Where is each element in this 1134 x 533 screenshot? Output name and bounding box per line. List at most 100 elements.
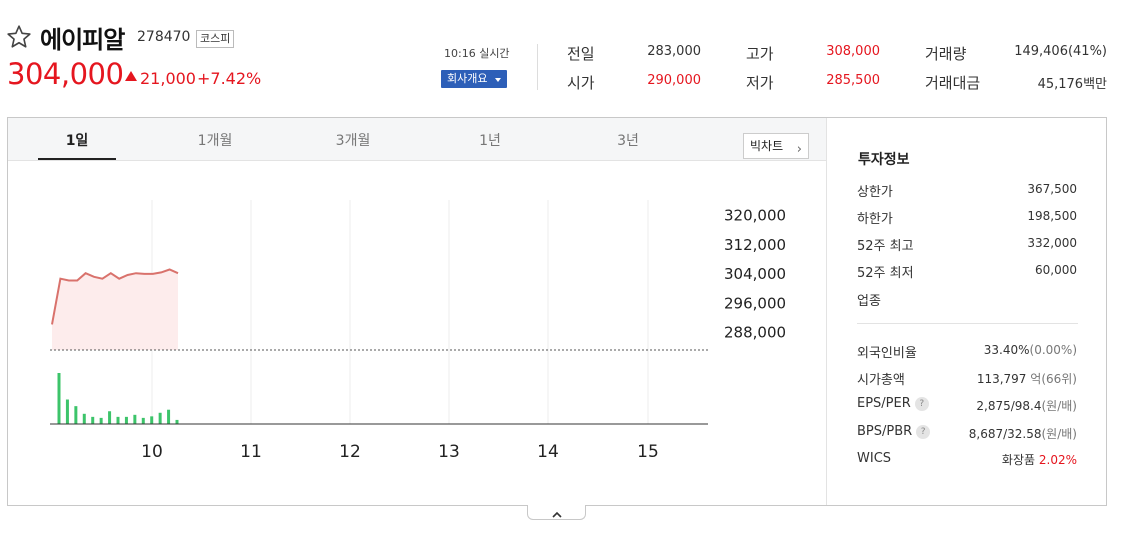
stock-code: 278470: [137, 29, 191, 45]
volume-bar: [124, 416, 128, 424]
price-change-percent: +7.42%: [197, 69, 262, 88]
eps-per-text: EPS/PER: [857, 396, 911, 411]
investment-info-title: 투자정보: [858, 152, 910, 168]
quote-label-volume: 거래량: [925, 45, 967, 63]
company-overview-button[interactable]: 회사개요: [441, 70, 507, 88]
foreign-ratio-change: (0.00%): [1029, 343, 1077, 357]
volume-bar: [150, 416, 154, 424]
y-tick-label: 312,000: [724, 236, 786, 254]
collapse-button[interactable]: [527, 505, 586, 520]
upper-limit-label: 상한가: [857, 185, 893, 200]
caret-down-icon: [495, 78, 501, 82]
volume-bar: [175, 419, 179, 424]
tab-1-month[interactable]: 1개월: [175, 130, 255, 150]
period-tab-bar: [8, 118, 826, 161]
company-overview-label: 회사개요: [447, 72, 488, 85]
volume-bar: [65, 399, 69, 424]
tab-1-day[interactable]: 1일: [37, 130, 117, 150]
quote-value-prev-close: 283,000: [647, 44, 701, 59]
bps-pbr-value: 8,687/32.58(원/배): [969, 425, 1077, 442]
volume-bar: [74, 406, 78, 424]
eps-per-value: 2,875/98.4(원/배): [976, 397, 1077, 414]
volume-bar: [141, 417, 145, 424]
lower-limit-label: 하한가: [857, 212, 893, 227]
stock-name: 에이피알: [40, 26, 125, 54]
big-chart-label: 빅차트: [750, 139, 784, 153]
bps-pbr-label: BPS/PBR?: [857, 424, 931, 439]
low-52w-value: 60,000: [1035, 263, 1077, 277]
big-chart-button[interactable]: 빅차트 ›: [743, 133, 809, 159]
tab-3-years[interactable]: 3년: [588, 130, 668, 150]
price-change: 21,000: [140, 69, 196, 88]
panel-divider: [826, 118, 827, 505]
x-tick-label: 10: [141, 442, 163, 462]
bps-pbr-unit: (원/배): [1041, 427, 1078, 441]
wics-value: 화장품 2.02%: [1002, 451, 1077, 468]
eps-per: 2,875/98.4: [976, 399, 1042, 413]
x-tick-label: 12: [339, 442, 361, 462]
upper-limit-value: 367,500: [1027, 182, 1077, 196]
wics-percent: 2.02%: [1038, 453, 1077, 467]
market-cap: 113,797: [976, 372, 1027, 386]
volume-bar: [158, 412, 162, 424]
chevron-up-icon: [551, 511, 562, 518]
high-52w-value: 332,000: [1027, 236, 1077, 250]
quote-value-low: 285,500: [826, 73, 880, 88]
market-cap-label: 시가총액: [857, 373, 905, 388]
volume-bar: [167, 409, 171, 424]
x-tick-label: 11: [240, 442, 262, 462]
current-price: 304,000: [7, 57, 124, 91]
eps-per-label: EPS/PER?: [857, 396, 929, 411]
quote-value-open: 290,000: [647, 73, 701, 88]
volume-bar: [91, 416, 95, 424]
quote-value-volume: 149,406(41%): [1014, 44, 1107, 59]
x-tick-label: 14: [537, 442, 559, 462]
wics-label: WICS: [857, 451, 892, 466]
quote-label-high: 고가: [746, 45, 774, 63]
low-52w-label: 52주 최저: [857, 266, 914, 281]
divider: [537, 44, 538, 90]
intraday-chart: 10 11 12 13 14 15 320,000 312,000 304,000 296,000…: [50, 200, 786, 462]
up-arrow-icon: [125, 71, 137, 81]
tab-3-months[interactable]: 3개월: [313, 130, 393, 150]
quote-value-high: 308,000: [826, 44, 880, 59]
realtime-label: 10:16 실시간: [444, 47, 510, 60]
y-tick-label: 288,000: [724, 324, 786, 342]
help-icon[interactable]: ?: [916, 425, 931, 439]
market-cap-value: 113,797 억(66위): [977, 370, 1077, 387]
x-tick-label: 13: [438, 442, 460, 462]
star-icon[interactable]: [6, 24, 32, 50]
high-52w-label: 52주 최고: [857, 239, 914, 254]
price-area: [52, 269, 178, 350]
wics-sector[interactable]: 화장품: [1002, 453, 1035, 467]
quote-label-open: 시가: [567, 74, 595, 92]
x-tick-label: 15: [637, 442, 659, 462]
section-divider: [857, 323, 1078, 324]
market-cap-unit: 억: [1030, 372, 1042, 386]
eps-per-unit: (원/배): [1041, 399, 1078, 413]
quote-label-prev-close: 전일: [567, 45, 595, 63]
tab-1-year[interactable]: 1년: [450, 130, 530, 150]
volume-bar: [108, 411, 112, 424]
bps-pbr: 8,687/32.58: [968, 427, 1042, 441]
quote-label-low: 저가: [746, 74, 774, 92]
foreign-ratio-label: 외국인비율: [857, 346, 917, 361]
volume-bar: [57, 373, 61, 424]
foreign-ratio-value: 33.40%(0.00%): [984, 343, 1077, 357]
market-cap-rank: (66위): [1041, 372, 1077, 386]
y-tick-label: 296,000: [724, 294, 786, 312]
sector-label: 업종: [857, 294, 881, 309]
chevron-right-icon: ›: [796, 142, 802, 157]
bps-pbr-text: BPS/PBR: [857, 424, 913, 439]
volume-bar: [116, 416, 120, 424]
lower-limit-value: 198,500: [1027, 209, 1077, 223]
quote-value-trade-amount: 45,176백만: [1037, 77, 1107, 92]
y-tick-label: 304,000: [724, 265, 786, 283]
active-tab-indicator: [38, 158, 116, 160]
y-tick-label: 320,000: [724, 207, 786, 225]
help-icon[interactable]: ?: [914, 397, 929, 411]
quote-label-trade-amount: 거래대금: [925, 74, 981, 92]
volume-bar: [99, 417, 103, 424]
market-badge: 코스피: [196, 30, 235, 48]
foreign-ratio: 33.40%: [983, 343, 1030, 357]
